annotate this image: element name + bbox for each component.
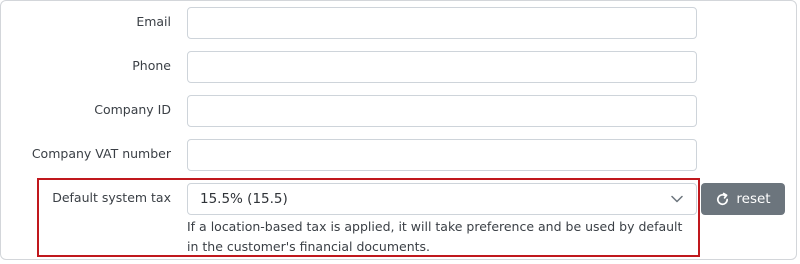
phone-label: Phone	[132, 58, 171, 73]
company-id-label: Company ID	[94, 102, 171, 117]
email-field[interactable]	[187, 7, 697, 39]
reset-button-label: reset	[736, 191, 771, 207]
form-panel: Email Phone Company ID Company VAT numbe…	[0, 0, 797, 260]
default-tax-hint: If a location-based tax is applied, it w…	[187, 219, 683, 254]
company-id-field[interactable]	[187, 95, 697, 127]
email-label: Email	[136, 14, 171, 29]
default-tax-selected-value: 15.5% (15.5)	[200, 191, 288, 207]
chevron-down-icon	[670, 192, 684, 206]
default-tax-select[interactable]: 15.5% (15.5)	[187, 183, 697, 215]
company-vat-label: Company VAT number	[31, 146, 171, 161]
default-tax-label: Default system tax	[52, 190, 171, 205]
refresh-icon	[715, 192, 730, 207]
phone-field[interactable]	[187, 51, 697, 83]
reset-button[interactable]: reset	[701, 183, 785, 215]
company-vat-field[interactable]	[187, 139, 697, 171]
